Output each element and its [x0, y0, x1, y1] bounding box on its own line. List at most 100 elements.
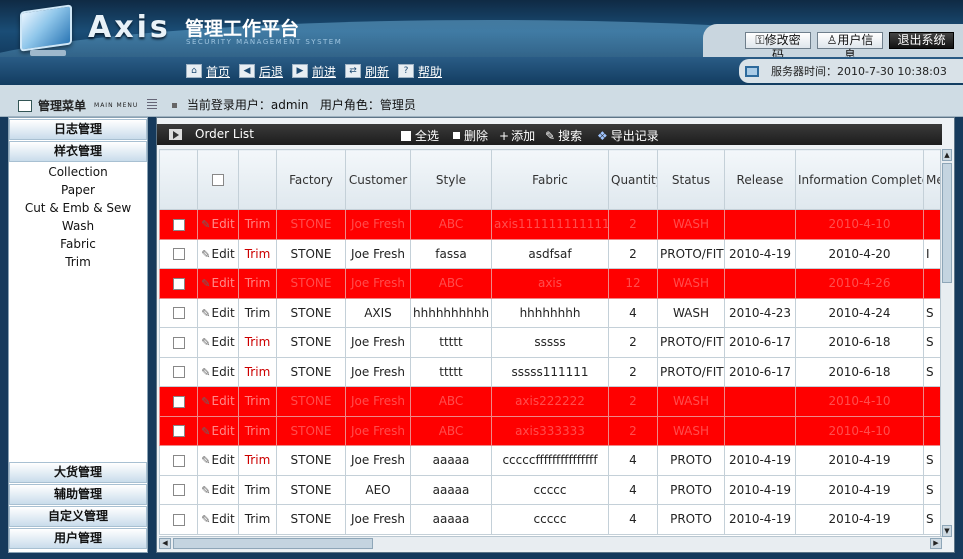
- nav-refresh[interactable]: ⇄ 刷新: [345, 63, 389, 79]
- table-row[interactable]: ✎Edit Trim STONE Joe Fresh ABC axis1111111111…: [159, 209, 942, 240]
- vertical-scroll-thumb[interactable]: [942, 163, 952, 283]
- row-edit-link[interactable]: ✎Edit: [197, 445, 239, 476]
- horizontal-scroll-thumb[interactable]: [173, 538, 373, 549]
- row-select-cell[interactable]: [159, 209, 198, 240]
- sidebar-item-paper[interactable]: Paper: [9, 181, 147, 199]
- row-checkbox[interactable]: [172, 218, 185, 231]
- row-trim-link[interactable]: Trim: [238, 268, 277, 299]
- horizontal-scrollbar[interactable]: ◀ ▶: [159, 536, 942, 550]
- row-select-cell[interactable]: [159, 268, 198, 299]
- add-button[interactable]: + 添加: [499, 127, 535, 144]
- select-all-button[interactable]: 全选: [401, 127, 439, 144]
- row-checkbox[interactable]: [172, 248, 185, 261]
- table-row[interactable]: ✎Edit Trim STONE Joe Fresh aaaaa cccccfffffff…: [159, 445, 942, 476]
- nav-help[interactable]: ? 帮助: [398, 63, 442, 79]
- row-checkbox[interactable]: [172, 307, 185, 320]
- header-style[interactable]: Style: [410, 149, 492, 210]
- change-password-button[interactable]: ⚿修改密码: [745, 32, 811, 57]
- logout-button[interactable]: 退出系统: [889, 32, 954, 49]
- row-checkbox[interactable]: [172, 366, 185, 379]
- row-edit-link[interactable]: ✎Edit: [197, 386, 239, 417]
- row-edit-link[interactable]: ✎Edit: [197, 238, 239, 269]
- table-row[interactable]: ✎Edit Trim STONE Joe Fresh ABC axis222222 2 WAS…: [159, 386, 942, 417]
- row-trim-link[interactable]: Trim: [238, 356, 277, 387]
- cell-release: 2010-6-17: [724, 356, 796, 387]
- table-row[interactable]: ✎Edit Trim STONE Joe Fresh aaaaa ccccc 4 PROTO 2…: [159, 504, 942, 535]
- header-quantity[interactable]: Quantity: [608, 149, 658, 210]
- row-select-cell[interactable]: [159, 238, 198, 269]
- sidebar-group-log[interactable]: 日志管理: [9, 119, 147, 140]
- nav-back[interactable]: ◀ 后退: [239, 63, 283, 79]
- table-row[interactable]: ✎Edit Trim STONE AXIS hhhhhhhhhh hhhhhhhh 4 WAS…: [159, 297, 942, 328]
- header-release[interactable]: Release: [724, 149, 796, 210]
- row-edit-link[interactable]: ✎Edit: [197, 209, 239, 240]
- row-edit-link[interactable]: ✎Edit: [197, 268, 239, 299]
- row-edit-link[interactable]: ✎Edit: [197, 327, 239, 358]
- sidebar-item-cut-emb-sew[interactable]: Cut & Emb & Sew: [9, 199, 147, 217]
- export-button[interactable]: ❖ 导出记录: [597, 127, 659, 144]
- header-status[interactable]: Status: [657, 149, 725, 210]
- row-checkbox[interactable]: [172, 277, 185, 290]
- row-trim-link[interactable]: Trim: [238, 297, 277, 328]
- sidebar-group-bulk[interactable]: 大货管理: [9, 462, 147, 483]
- row-checkbox[interactable]: [172, 425, 185, 438]
- row-trim-link[interactable]: Trim: [238, 415, 277, 446]
- row-select-cell[interactable]: [159, 474, 198, 505]
- table-row[interactable]: ✎Edit Trim STONE Joe Fresh ttttt sssss 2 PROTO/…: [159, 327, 942, 358]
- user-info-button[interactable]: ♙用户信息: [817, 32, 883, 57]
- sidebar-item-wash[interactable]: Wash: [9, 217, 147, 235]
- collapse-menu-icon[interactable]: [147, 99, 157, 109]
- table-row[interactable]: ✎Edit Trim STONE Joe Fresh ABC axis 12 WASH 2010…: [159, 268, 942, 299]
- search-button[interactable]: ✎ 搜索: [545, 127, 582, 144]
- sidebar-group-auxiliary[interactable]: 辅助管理: [9, 484, 147, 505]
- table-row[interactable]: ✎Edit Trim STONE Joe Fresh ABC axis333333 2 WAS…: [159, 415, 942, 446]
- row-checkbox[interactable]: [172, 336, 185, 349]
- row-select-cell[interactable]: [159, 356, 198, 387]
- row-trim-link[interactable]: Trim: [238, 386, 277, 417]
- row-select-cell[interactable]: [159, 297, 198, 328]
- sidebar-item-fabric[interactable]: Fabric: [9, 235, 147, 253]
- scroll-right-icon[interactable]: ▶: [930, 538, 942, 549]
- table-row[interactable]: ✎Edit Trim STONE AEO aaaaa ccccc 4 PROTO 2010-4-…: [159, 474, 942, 505]
- row-checkbox[interactable]: [172, 513, 185, 526]
- row-trim-link[interactable]: Trim: [238, 238, 277, 269]
- header-factory[interactable]: Factory: [276, 149, 346, 210]
- row-select-cell[interactable]: [159, 504, 198, 535]
- row-trim-link[interactable]: Trim: [238, 504, 277, 535]
- row-trim-link[interactable]: Trim: [238, 209, 277, 240]
- scroll-up-icon[interactable]: ▲: [942, 149, 952, 161]
- nav-forward[interactable]: ▶ 前进: [292, 63, 336, 79]
- row-checkbox[interactable]: [172, 395, 185, 408]
- vertical-scrollbar[interactable]: ▲ ▼: [940, 149, 952, 537]
- header-customer[interactable]: Customer: [345, 149, 411, 210]
- row-edit-link[interactable]: ✎Edit: [197, 504, 239, 535]
- row-select-cell[interactable]: [159, 445, 198, 476]
- header-fabric[interactable]: Fabric: [491, 149, 609, 210]
- row-edit-link[interactable]: ✎Edit: [197, 297, 239, 328]
- sidebar-item-trim[interactable]: Trim: [9, 253, 147, 271]
- nav-home[interactable]: ⌂ 首页: [186, 63, 230, 79]
- row-select-cell[interactable]: [159, 415, 198, 446]
- scroll-down-icon[interactable]: ▼: [942, 525, 952, 537]
- header-checkbox[interactable]: [212, 174, 224, 186]
- row-select-cell[interactable]: [159, 327, 198, 358]
- sidebar-group-sample[interactable]: 样衣管理: [9, 141, 147, 162]
- table-row[interactable]: ✎Edit Trim STONE Joe Fresh fassa asdfsaf 2 PROT…: [159, 238, 942, 269]
- row-checkbox[interactable]: [172, 454, 185, 467]
- row-trim-link[interactable]: Trim: [238, 445, 277, 476]
- sidebar-item-collection[interactable]: Collection: [9, 163, 147, 181]
- header-select-all[interactable]: [197, 149, 239, 210]
- delete-button[interactable]: 删除: [453, 127, 488, 144]
- row-edit-link[interactable]: ✎Edit: [197, 356, 239, 387]
- scroll-left-icon[interactable]: ◀: [159, 538, 171, 549]
- table-row[interactable]: ✎Edit Trim STONE Joe Fresh ttttt sssss111111 2…: [159, 356, 942, 387]
- row-edit-link[interactable]: ✎Edit: [197, 415, 239, 446]
- row-trim-link[interactable]: Trim: [238, 474, 277, 505]
- row-edit-link[interactable]: ✎Edit: [197, 474, 239, 505]
- header-information-complete[interactable]: Information Complete: [795, 149, 924, 210]
- sidebar-group-custom[interactable]: 自定义管理: [9, 506, 147, 527]
- row-select-cell[interactable]: [159, 386, 198, 417]
- row-checkbox[interactable]: [172, 484, 185, 497]
- row-trim-link[interactable]: Trim: [238, 327, 277, 358]
- sidebar-group-users[interactable]: 用户管理: [9, 528, 147, 549]
